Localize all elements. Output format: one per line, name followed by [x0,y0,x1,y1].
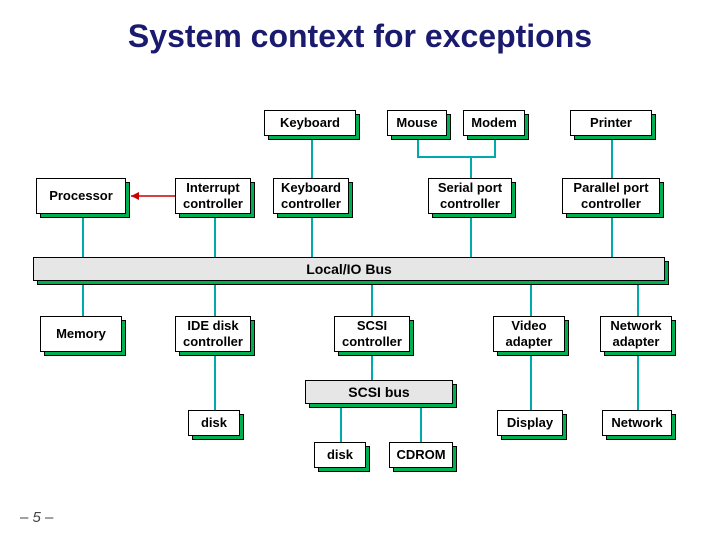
box-disk2: disk [314,442,366,468]
line-scsibus-cdrom [420,404,422,442]
line-bus-scsi [371,281,373,317]
box-network-adapter: Network adapter [600,316,672,352]
local-io-bus: Local/IO Bus [33,257,665,281]
box-processor: Processor [36,178,126,214]
line-ide-disk [214,352,216,410]
line-bus-video [530,281,532,317]
box-disk1: disk [188,410,240,436]
line-scsibus-disk2 [340,404,342,442]
box-display: Display [497,410,563,436]
box-parallel-controller: Parallel port controller [562,178,660,214]
box-keyboard-controller: Keyboard controller [273,178,349,214]
box-memory: Memory [40,316,122,352]
scsi-bus: SCSI bus [305,380,453,404]
line-scsictrl-scsibus [371,352,373,380]
box-ide-controller: IDE disk controller [175,316,251,352]
box-video-adapter: Video adapter [493,316,565,352]
line-bus-network [637,281,639,317]
slide-number: – 5 – [20,509,53,526]
line-video-display [530,352,532,410]
box-serial-controller: Serial port controller [428,178,512,214]
box-network: Network [602,410,672,436]
box-keyboard: Keyboard [264,110,356,136]
line-bus-ide [214,281,216,317]
box-interrupt-controller: Interrupt controller [175,178,251,214]
box-cdrom: CDROM [389,442,453,468]
line-bus-memory [82,281,84,317]
line-netadapter-network [637,352,639,410]
box-modem: Modem [463,110,525,136]
box-scsi-controller: SCSI controller [334,316,410,352]
box-mouse: Mouse [387,110,447,136]
box-printer: Printer [570,110,652,136]
